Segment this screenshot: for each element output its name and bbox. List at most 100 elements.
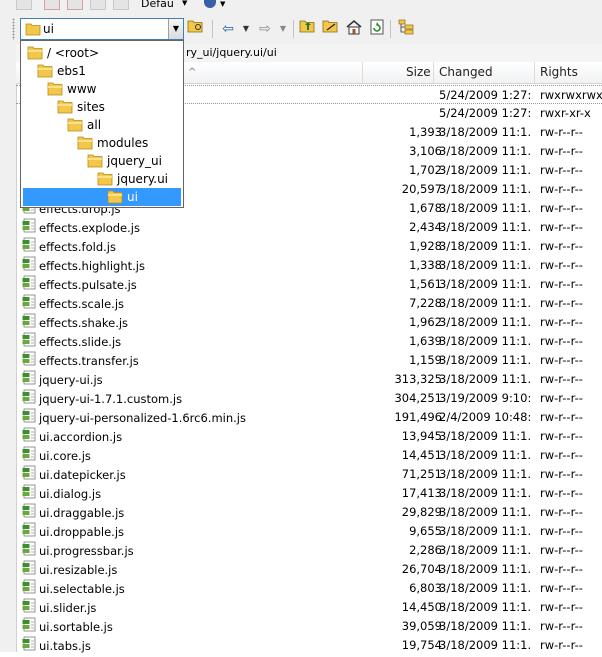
file-name[interactable]: ui.selectable.js [22,579,125,598]
location-dropdown-list: / <root> ebs1 www sites all modules jquery_ui j… [20,40,184,208]
chevron-down-icon[interactable]: ▼ [273,19,293,39]
file-row[interactable]: ui.datepicker.js 71,251 3/18/2009 11:1... r… [16,465,602,484]
file-name[interactable]: effects.highlight.js [22,256,145,275]
file-row[interactable]: ui.droppable.js 9,655 3/18/2009 11:1... rw-… [16,522,602,541]
file-row[interactable]: ui.sortable.js 39,059 3/18/2009 11:1... rw-… [16,617,602,636]
file-row[interactable]: ui.resizable.js 26,704 3/18/2009 11:1... rw… [16,560,602,579]
chevron-down-icon[interactable]: ▼ [168,19,183,39]
file-rights: rw-r--r-- [540,239,583,253]
file-name[interactable]: ui.progressbar.js [22,541,134,560]
file-name[interactable]: ui.accordion.js [22,427,122,446]
file-changed: 3/18/2009 11:1... [439,334,531,348]
column-header-rights[interactable]: Rights [540,62,578,83]
back-arrow-icon[interactable]: ⇦ [218,19,238,39]
file-rights: rw-r--r-- [540,125,583,139]
parent-directory-icon[interactable] [298,19,318,39]
file-name-text: ui.slider.js [39,601,97,615]
file-name[interactable]: effects.shake.js [22,313,128,332]
file-name[interactable]: ui.slider.js [22,598,96,617]
file-row[interactable]: effects.transfer.js 1,159 3/18/2009 11:1..… [16,351,602,370]
file-name[interactable]: effects.explode.js [22,218,140,237]
file-name-text: ui.core.js [39,449,91,463]
chevron-down-icon[interactable]: ▼ [236,19,256,39]
file-row[interactable]: jquery-ui.js 313,325 3/18/2009 11:1... rw-r… [16,370,602,389]
file-row[interactable]: ui.draggable.js 29,829 3/18/2009 11:1... rw… [16,503,602,522]
location-combobox[interactable]: ui ▼ [20,18,184,40]
file-row[interactable]: ui.dialog.js 17,413 3/18/2009 11:1... rw-r-… [16,484,602,503]
file-size: 1,338 [409,258,442,272]
file-name[interactable]: effects.scale.js [22,294,124,313]
file-name[interactable]: jquery-ui-personalized-1.6rc6.min.js [22,408,246,427]
root-directory-icon[interactable] [321,19,341,39]
edit-icon[interactable] [90,0,106,10]
file-name-text: effects.transfer.js [39,354,139,368]
file-name[interactable]: jquery-ui-1.7.1.custom.js [22,389,182,408]
file-name[interactable]: ui.resizable.js [22,560,117,579]
file-changed: 3/18/2009 11:1... [439,144,531,158]
file-row[interactable]: jquery-ui-1.7.1.custom.js 304,251 3/19/200… [16,389,602,408]
globe-icon[interactable] [204,0,216,8]
toolbar-grip[interactable] [12,18,15,40]
file-row[interactable]: effects.pulsate.js 1,561 3/18/2009 11:1...… [16,275,602,294]
file-size: 1,928 [409,239,442,253]
file-rights: rw-r--r-- [540,505,583,519]
file-name-text: effects.shake.js [39,316,129,330]
file-row[interactable]: effects.fold.js 1,928 3/18/2009 11:1... rw-… [16,237,602,256]
file-row[interactable]: ui.slider.js 14,450 3/18/2009 11:1... rw-r-… [16,598,602,617]
file-row[interactable]: effects.highlight.js 1,338 3/18/2009 11:1.… [16,256,602,275]
location-dropdown-label: www [67,82,97,96]
file-row[interactable]: ui.selectable.js 6,803 3/18/2009 11:1... rw… [16,579,602,598]
file-name[interactable]: effects.transfer.js [22,351,139,370]
delete-icon[interactable] [67,0,83,10]
location-value[interactable]: ui [43,22,54,36]
file-name[interactable]: ui.core.js [22,446,91,465]
file-name[interactable]: ui.draggable.js [22,503,124,522]
file-row[interactable]: jquery-ui-personalized-1.6rc6.min.js 191,… [16,408,602,427]
file-changed: 3/18/2009 11:1... [439,524,531,538]
file-row[interactable]: ui.progressbar.js 2,286 3/18/2009 11:1... r… [16,541,602,560]
file-rights: rw-r--r-- [540,353,583,367]
file-row[interactable]: effects.explode.js 2,434 3/18/2009 11:1...… [16,218,602,237]
refresh-icon[interactable] [113,0,129,10]
file-size: 313,325 [394,372,442,386]
column-header-changed[interactable]: Changed [439,62,493,83]
file-name[interactable]: effects.slide.js [22,332,121,351]
file-row[interactable]: effects.shake.js 1,962 3/18/2009 11:1... rw… [16,313,602,332]
chevron-down-icon[interactable]: ▼ [182,0,187,7]
column-header-size[interactable]: Size [406,62,431,83]
file-changed: 5/24/2009 1:27:... [439,88,531,102]
file-changed: 3/18/2009 11:1... [439,220,531,234]
file-name[interactable]: ui.tabs.js [22,636,91,655]
file-name[interactable]: jquery-ui.js [22,370,103,389]
toolbar-button[interactable] [16,0,32,10]
file-size: 13,945 [401,429,442,443]
file-name[interactable]: effects.fold.js [22,237,116,256]
file-row[interactable]: effects.scale.js 7,228 3/18/2009 11:1... rw… [16,294,602,313]
file-changed: 3/18/2009 11:1... [439,277,531,291]
file-row[interactable]: effects.slide.js 1,639 3/18/2009 11:1... rw… [16,332,602,351]
file-name[interactable]: effects.pulsate.js [22,275,137,294]
file-row[interactable]: ui.core.js 14,451 3/18/2009 11:1... rw-r--r… [16,446,602,465]
home-icon[interactable] [344,19,364,39]
file-size: 17,413 [401,486,442,500]
script-file-icon [22,294,36,315]
current-path: ry_ui/jquery.ui/ui [186,46,277,59]
filter-icon[interactable] [44,0,60,10]
forward-arrow-icon[interactable]: ⇨ [255,19,275,39]
open-folder-icon[interactable] [186,19,206,39]
file-name[interactable]: ui.dialog.js [22,484,101,503]
script-file-icon [22,256,36,277]
file-row[interactable]: ui.accordion.js 13,945 3/18/2009 11:1... rw… [16,427,602,446]
file-name[interactable]: ui.droppable.js [22,522,124,541]
file-name[interactable]: ui.datepicker.js [22,465,126,484]
top-toolbar-strip: Defau ▼ ▼ [0,0,602,12]
chevron-down-icon[interactable]: ▼ [220,1,225,8]
file-row[interactable]: ui.tabs.js 19,754 3/18/2009 11:1... rw-r--r… [16,636,602,655]
tree-view-icon[interactable] [396,19,416,39]
location-dropdown-item[interactable]: ui [23,188,181,206]
sort-indicator-icon: ^ [188,67,197,78]
refresh-icon[interactable] [367,19,387,39]
script-file-icon [22,522,36,543]
file-size: 14,450 [401,600,442,614]
file-name[interactable]: ui.sortable.js [22,617,113,636]
